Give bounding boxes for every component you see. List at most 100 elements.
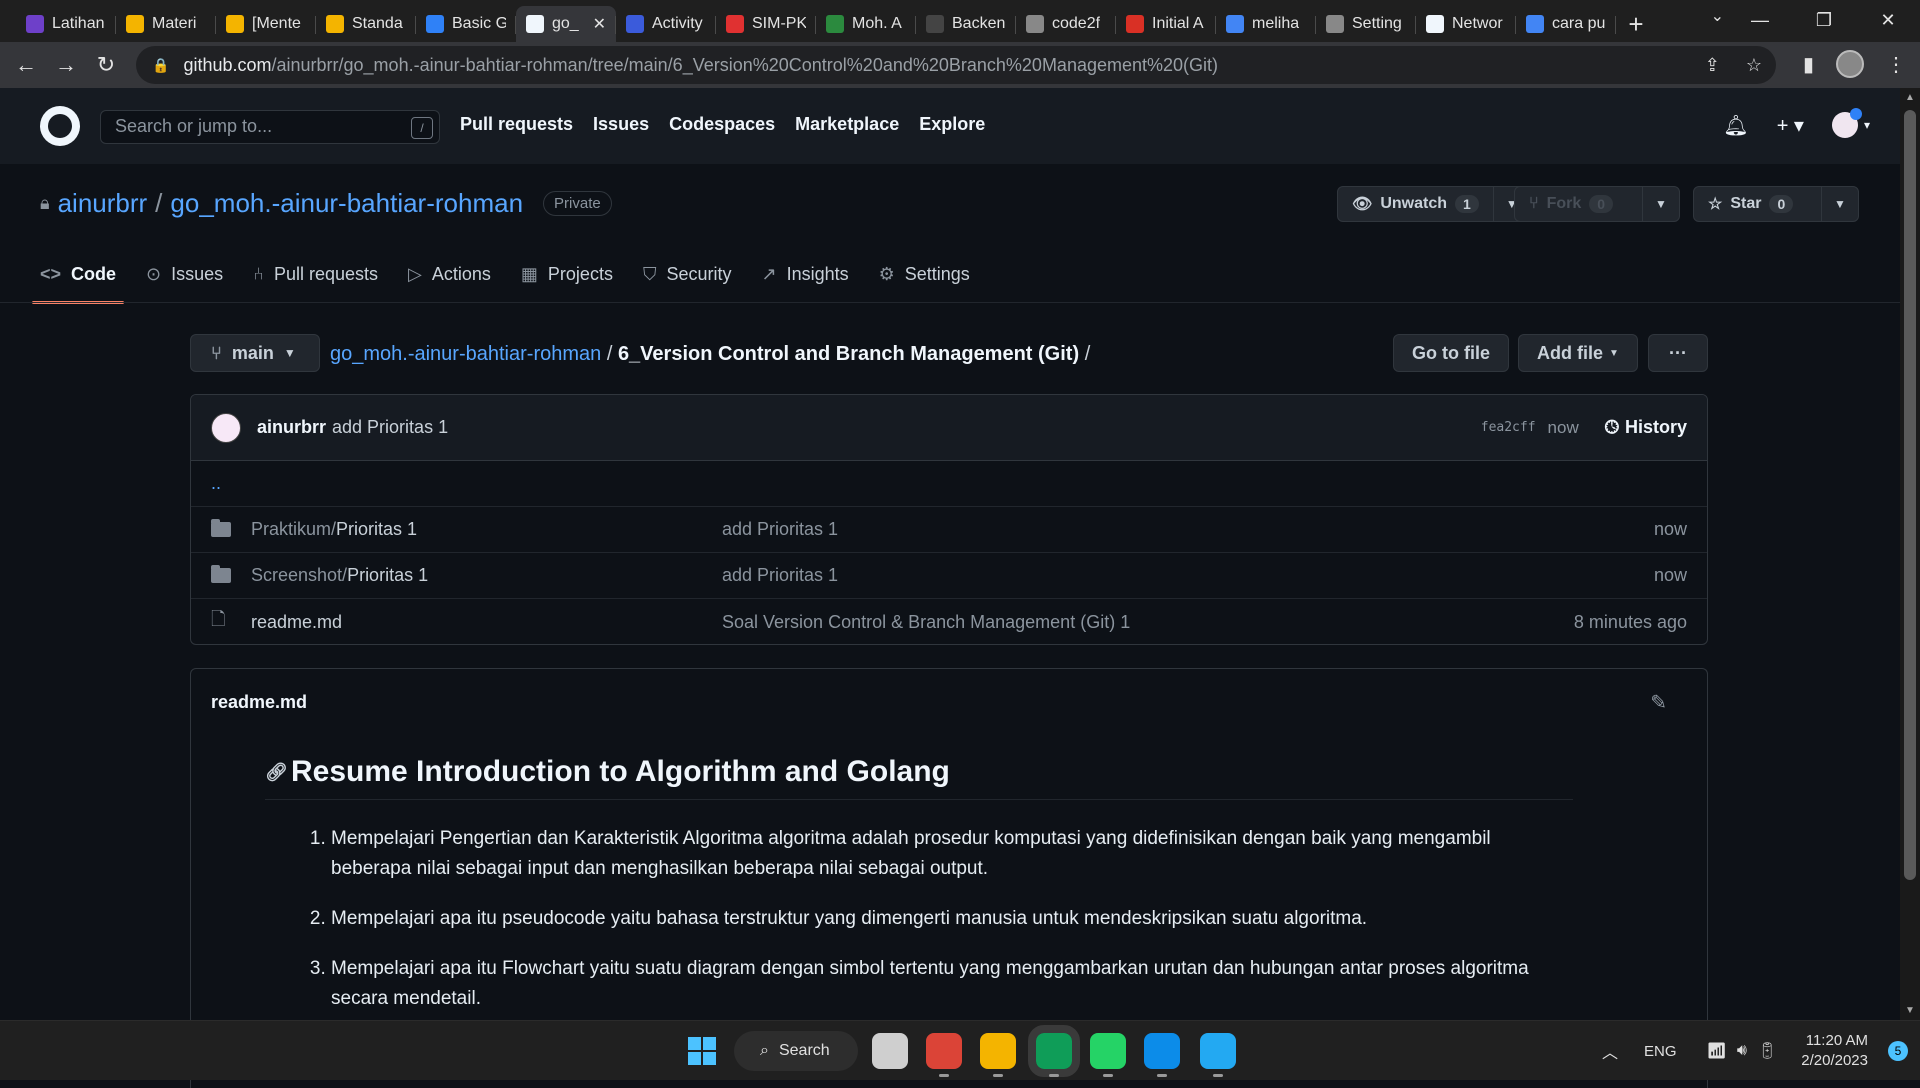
file-name-link[interactable]: Screenshot/Prioritas 1 [251, 565, 428, 586]
link-anchor-icon[interactable]: 🔗︎ [265, 762, 288, 783]
bookmark-star-icon[interactable]: ☆ [1746, 55, 1762, 76]
scroll-down-icon[interactable]: ▼ [1904, 1005, 1916, 1016]
browser-tab[interactable]: SIM-PK [716, 6, 816, 42]
chrome-menu-icon[interactable]: ⋮ [1886, 52, 1906, 77]
browser-tab[interactable]: cara pu [1516, 6, 1616, 42]
reload-icon[interactable]: ↻ [86, 52, 126, 78]
language-indicator[interactable]: ENG [1644, 1043, 1677, 1060]
table-row[interactable]: Screenshot/Prioritas 1 add Prioritas 1 now [191, 553, 1707, 599]
nav-pull-requests[interactable]: Pull requests [460, 114, 573, 135]
address-bar[interactable]: 🔒 github.com/ainurbrr/go_moh.-ainur-baht… [136, 46, 1776, 84]
new-tab-plus-icon[interactable]: + [1616, 6, 1656, 42]
tab-settings[interactable]: ⚙ Settings [879, 254, 970, 294]
nav-codespaces[interactable]: Codespaces [669, 114, 775, 135]
avatar-dropdown-icon[interactable]: ▾ [1864, 118, 1870, 132]
browser-tab[interactable]: [Mente [216, 6, 316, 42]
chrome-profile-icon[interactable] [1028, 1025, 1080, 1077]
edge-icon[interactable] [1144, 1033, 1180, 1077]
nav-explore[interactable]: Explore [919, 114, 985, 135]
browser-tab[interactable]: Latihan [16, 6, 116, 42]
browser-tab[interactable]: Activity [616, 6, 716, 42]
browser-tab[interactable]: Moh. A [816, 6, 916, 42]
browser-tab[interactable]: Standa [316, 6, 416, 42]
tab-search-chevron-icon[interactable]: ⌄ [1711, 6, 1724, 26]
history-link[interactable]: 🕓︎ History [1605, 417, 1687, 438]
chrome-icon[interactable] [926, 1033, 962, 1077]
table-row[interactable]: 🗋︎ readme.md Soal Version Control & Branch… [191, 599, 1707, 644]
back-icon[interactable]: ← [6, 52, 46, 78]
parent-dir-row[interactable]: .. [191, 461, 1707, 507]
browser-tab[interactable]: Networ [1416, 6, 1516, 42]
more-options-button[interactable]: ··· [1648, 334, 1708, 372]
browser-tab[interactable]: Materi [116, 6, 216, 42]
tab-projects[interactable]: ▦ Projects [521, 254, 613, 294]
search-input[interactable]: Search or jump to... / [100, 110, 440, 144]
star-button[interactable]: ☆ Star 0 [1694, 187, 1822, 221]
battery-icon[interactable]: 🔋︎ [1757, 1041, 1777, 1061]
browser-tab[interactable]: Setting [1316, 6, 1416, 42]
taskbar-search[interactable]: ⌕ Search [734, 1031, 858, 1071]
close-window-icon[interactable]: ✕ [1856, 10, 1920, 31]
file-name-link[interactable]: readme.md [251, 612, 342, 633]
tab-code[interactable]: <> Code [31, 254, 125, 304]
page-scrollbar[interactable]: ▲ ▼ [1900, 88, 1920, 1020]
file-commit-message[interactable]: add Prioritas 1 [722, 519, 838, 540]
file-name-link[interactable]: Praktikum/Prioritas 1 [251, 519, 417, 540]
add-file-button[interactable]: Add file ▼ [1518, 334, 1638, 372]
fork-dropdown-icon[interactable]: ▼ [1643, 187, 1679, 221]
repo-name-link[interactable]: go_moh.-ainur-bahtiar-rohman [170, 188, 523, 219]
close-tab-icon[interactable]: ✕ [593, 14, 606, 34]
repo-owner-link[interactable]: ainurbrr [58, 188, 148, 219]
branch-selector-button[interactable]: ⑂ main ▼ [190, 334, 320, 372]
create-new-plus-icon[interactable]: + ▾ [1777, 113, 1804, 138]
fork-button[interactable]: ⑂ Fork 0 [1515, 187, 1643, 221]
file-commit-message[interactable]: add Prioritas 1 [722, 565, 838, 586]
edit-pencil-icon[interactable]: ✎ [1650, 690, 1667, 715]
go-to-file-button[interactable]: Go to file [1393, 334, 1509, 372]
task-view-icon[interactable] [872, 1033, 908, 1069]
nav-marketplace[interactable]: Marketplace [795, 114, 899, 135]
restore-icon[interactable]: ❐ [1792, 10, 1856, 31]
commit-author-avatar[interactable] [211, 412, 241, 443]
browser-tab[interactable]: code2f [1016, 6, 1116, 42]
unwatch-button[interactable]: 👁︎ Unwatch 1 [1338, 187, 1494, 221]
minimize-icon[interactable]: — [1728, 10, 1792, 31]
volume-icon[interactable]: 🔊︎ [1737, 1042, 1747, 1060]
commit-author[interactable]: ainurbrr [257, 417, 326, 438]
browser-tab[interactable]: meliha [1216, 6, 1316, 42]
file-explorer-icon[interactable] [980, 1033, 1016, 1077]
wifi-icon[interactable]: 📶︎ [1707, 1041, 1727, 1061]
table-row[interactable]: Praktikum/Prioritas 1 add Prioritas 1 now [191, 507, 1707, 553]
tab-actions[interactable]: ▷ Actions [408, 254, 491, 294]
browser-tab[interactable]: Basic G [416, 6, 516, 42]
share-icon[interactable]: ⇪ [1705, 55, 1720, 76]
notification-badge[interactable]: 5 [1888, 1041, 1908, 1061]
scrollbar-thumb[interactable] [1904, 110, 1916, 880]
browser-tab[interactable]: Initial A [1116, 6, 1216, 42]
tab-insights[interactable]: ↗ Insights [761, 254, 848, 294]
windows-start-icon[interactable] [688, 1037, 716, 1065]
breadcrumb-repo-link[interactable]: go_moh.-ainur-bahtiar-rohman [330, 343, 601, 365]
commit-sha[interactable]: fea2cff [1481, 420, 1536, 435]
tab-pull-requests[interactable]: ⑃ Pull requests [253, 254, 378, 294]
profile-avatar[interactable] [1836, 50, 1864, 78]
vscode-icon[interactable] [1200, 1033, 1236, 1077]
commit-message[interactable]: add Prioritas 1 [332, 417, 448, 438]
forward-icon[interactable]: → [46, 52, 86, 78]
star-dropdown-icon[interactable]: ▼ [1822, 187, 1858, 221]
user-avatar[interactable] [1831, 108, 1862, 138]
tab-security[interactable]: ⛉ Security [643, 254, 732, 294]
notifications-bell-icon[interactable]: 🔔︎ [1723, 113, 1748, 138]
nav-issues[interactable]: Issues [593, 114, 649, 135]
clock[interactable]: 11:20 AM 2/20/2023 [1801, 1031, 1868, 1071]
browser-tab[interactable]: Backen [916, 6, 1016, 42]
whatsapp-icon[interactable] [1090, 1033, 1126, 1077]
browser-tab[interactable]: go_ ✕ [516, 6, 616, 42]
parent-dir-link[interactable]: .. [211, 473, 221, 494]
scroll-up-icon[interactable]: ▲ [1904, 92, 1916, 103]
tray-overflow-icon[interactable]: ︿ [1602, 1039, 1618, 1063]
file-commit-message[interactable]: Soal Version Control & Branch Management… [722, 612, 1130, 633]
github-logo-icon[interactable] [40, 106, 80, 146]
side-panel-icon[interactable]: ▮ [1803, 52, 1814, 77]
tab-issues[interactable]: ⊙ Issues [146, 254, 223, 294]
